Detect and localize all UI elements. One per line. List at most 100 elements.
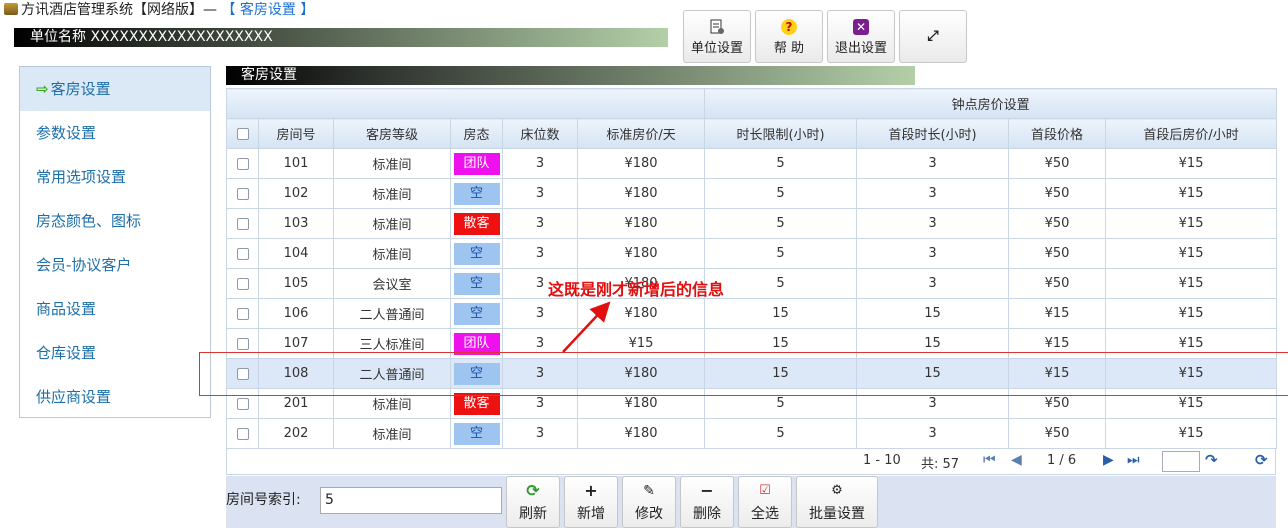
batch-settings-button[interactable]: ⚙ 批量设置 (796, 476, 878, 528)
refresh-label: 刷新 (519, 506, 547, 522)
refresh-icon: ⟳ (526, 481, 540, 500)
fullscreen-button[interactable]: ⤢ (899, 10, 967, 63)
column-header[interactable]: 首段价格 (1008, 118, 1107, 149)
table-row[interactable]: 101 标准间 团队 3 ¥180 5 3 ¥50 ¥15 (226, 148, 1278, 179)
cell-after: ¥15 (1105, 358, 1278, 389)
reload-icon[interactable]: ⟳ (1255, 451, 1268, 469)
row-select-cell[interactable] (226, 178, 259, 209)
pager-range: 1 - 10 (863, 453, 901, 468)
row-checkbox[interactable] (236, 277, 249, 290)
edit-button[interactable]: ✎ 修改 (622, 476, 676, 528)
status-badge: 散客 (453, 212, 500, 235)
sidebar-item-goods[interactable]: 商品设置 (20, 287, 210, 331)
cell-first-price: ¥15 (1008, 358, 1107, 389)
add-label: 新增 (577, 506, 605, 522)
row-select-cell[interactable] (226, 298, 259, 329)
cell-level: 三人标准间 (333, 328, 451, 359)
row-checkbox[interactable] (236, 337, 249, 350)
cell-level: 标准间 (333, 208, 451, 239)
select-all-checkbox[interactable] (236, 127, 249, 140)
column-header[interactable]: 标准房价/天 (576, 118, 706, 149)
cell-room: 104 (258, 238, 334, 269)
last-page-icon[interactable]: ⏭ (1127, 452, 1140, 468)
select-all-icon: ☑ (759, 483, 771, 498)
row-checkbox[interactable] (236, 367, 249, 380)
row-select-cell[interactable] (226, 148, 259, 179)
arrow-right-icon: ⇨ (36, 80, 49, 98)
cell-after: ¥15 (1105, 418, 1278, 449)
table-row[interactable]: 202 标准间空 3 ¥180 5 3 ¥50 ¥15 (226, 418, 1278, 449)
next-page-icon[interactable]: ▶ (1103, 452, 1114, 468)
plus-icon: + (584, 481, 598, 500)
sidebar-item-suppliers[interactable]: 供应商设置 (20, 375, 210, 419)
table-row[interactable]: 201 标准间 散客 3 ¥180 5 3 ¥50 ¥15 (226, 388, 1278, 419)
table-row[interactable]: 102 标准间空 3 ¥180 5 3 ¥50 ¥15 (226, 178, 1278, 209)
column-header[interactable]: 床位数 (502, 118, 578, 149)
first-page-icon[interactable]: ⏮ (983, 452, 996, 468)
table-row[interactable]: 105 会议室空 3 ¥180 5 3 ¥50 ¥15 (226, 268, 1278, 299)
table-row[interactable]: 103 标准间 散客 3 ¥180 5 3 ¥50 ¥15 (226, 208, 1278, 239)
cell-price: ¥180 (576, 358, 706, 389)
column-header[interactable]: 房态 (450, 118, 503, 149)
table-row[interactable]: 106 二人普通间空 3 ¥180 15 15 ¥15 ¥15 (226, 298, 1278, 329)
unit-settings-button[interactable]: 单位设置 (683, 10, 751, 63)
sidebar-item-members[interactable]: 会员-协议客户 (20, 243, 210, 287)
row-select-cell[interactable] (226, 208, 259, 239)
sidebar-item-warehouse[interactable]: 仓库设置 (20, 331, 210, 375)
cell-level: 标准间 (333, 418, 451, 449)
row-select-cell[interactable] (226, 358, 259, 389)
refresh-button[interactable]: ⟳ 刷新 (506, 476, 560, 528)
exit-settings-button[interactable]: ✕ 退出设置 (827, 10, 895, 63)
page-jump-input[interactable] (1162, 451, 1200, 472)
pager-total: 共: 57 (921, 457, 960, 472)
cell-limit: 15 (704, 328, 858, 359)
column-header[interactable]: 首段后房价/小时 (1105, 118, 1278, 149)
row-select-cell[interactable] (226, 268, 259, 299)
sidebar-item-common-options[interactable]: 常用选项设置 (20, 155, 210, 199)
status-badge: 团队 (453, 152, 500, 175)
header-select-all-cell[interactable] (226, 118, 259, 149)
table-row[interactable]: 107 三人标准间 团队 3 ¥15 15 15 ¥15 ¥15 (226, 328, 1278, 359)
row-checkbox[interactable] (236, 187, 249, 200)
row-checkbox[interactable] (236, 307, 249, 320)
row-select-cell[interactable] (226, 238, 259, 269)
cell-first-len: 3 (856, 148, 1010, 179)
cell-after: ¥15 (1105, 238, 1278, 269)
row-checkbox[interactable] (236, 157, 249, 170)
status-badge: 空 (453, 422, 500, 445)
row-select-cell[interactable] (226, 418, 259, 449)
sidebar-item-room-status-colors[interactable]: 房态颜色、图标 (20, 199, 210, 243)
table-row[interactable]: 104 标准间空 3 ¥180 5 3 ¥50 ¥15 (226, 238, 1278, 269)
pager-page: 1 / 6 (1047, 453, 1077, 468)
row-checkbox[interactable] (236, 247, 249, 260)
status-badge: 空 (453, 182, 500, 205)
cell-first-price: ¥50 (1008, 268, 1107, 299)
cell-first-price: ¥15 (1008, 328, 1107, 359)
row-select-cell[interactable] (226, 388, 259, 419)
room-search-input[interactable]: 5 (320, 487, 502, 514)
cell-after: ¥15 (1105, 148, 1278, 179)
column-header[interactable]: 房间号 (258, 118, 334, 149)
select-all-button[interactable]: ☑ 全选 (738, 476, 792, 528)
status-badge: 散客 (453, 392, 500, 415)
cell-price: ¥180 (576, 388, 706, 419)
table-row[interactable]: 108 二人普通间空 3 ¥180 15 15 ¥15 ¥15 (226, 358, 1278, 389)
previous-page-icon[interactable]: ◀ (1011, 452, 1022, 468)
cell-status: 团队 (450, 148, 503, 179)
cell-beds: 3 (502, 418, 578, 449)
row-checkbox[interactable] (236, 427, 249, 440)
status-badge: 空 (453, 362, 500, 385)
cell-beds: 3 (502, 148, 578, 179)
go-page-icon[interactable]: ↷ (1205, 451, 1218, 469)
add-button[interactable]: + 新增 (564, 476, 618, 528)
delete-button[interactable]: − 删除 (680, 476, 734, 528)
column-header[interactable]: 时长限制(小时) (704, 118, 858, 149)
help-button[interactable]: ? 帮 助 (755, 10, 823, 63)
sidebar-item-room-settings[interactable]: ⇨ 客房设置 (20, 67, 210, 111)
row-select-cell[interactable] (226, 328, 259, 359)
column-header[interactable]: 客房等级 (333, 118, 451, 149)
sidebar-item-parameter-settings[interactable]: 参数设置 (20, 111, 210, 155)
row-checkbox[interactable] (236, 397, 249, 410)
column-header[interactable]: 首段时长(小时) (856, 118, 1010, 149)
row-checkbox[interactable] (236, 217, 249, 230)
